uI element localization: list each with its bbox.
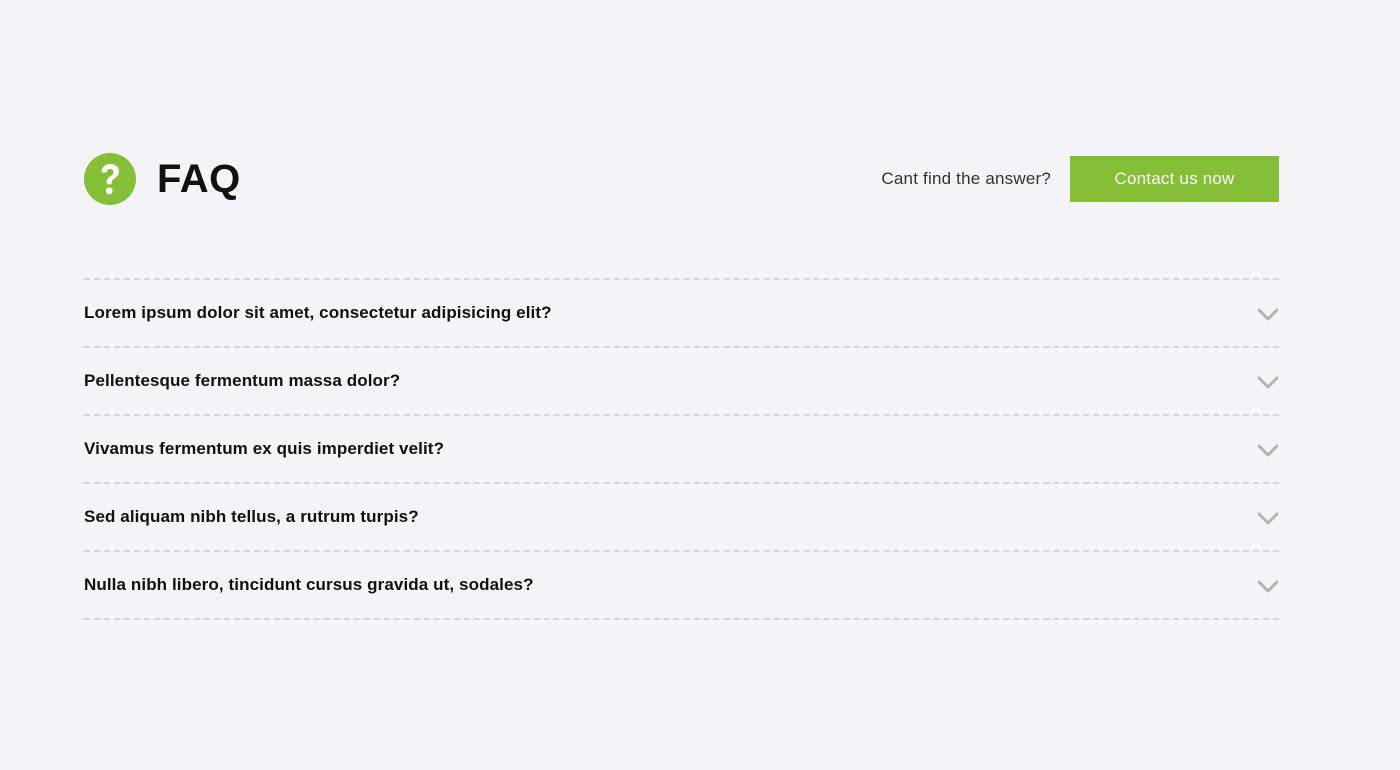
contact-us-button[interactable]: Contact us now (1070, 156, 1279, 202)
chevron-down-icon (1257, 376, 1279, 389)
faq-question: Sed aliquam nibh tellus, a rutrum turpis… (84, 507, 419, 526)
faq-header: FAQ Cant find the answer? Contact us now (84, 152, 1279, 206)
faq-item[interactable]: Lorem ipsum dolor sit amet, consectetur … (84, 280, 1279, 348)
faq-list: Lorem ipsum dolor sit amet, consectetur … (84, 278, 1279, 620)
page-title: FAQ (157, 157, 241, 201)
question-circle-icon (84, 153, 136, 205)
faq-question: Vivamus fermentum ex quis imperdiet veli… (84, 439, 445, 458)
faq-item[interactable]: Vivamus fermentum ex quis imperdiet veli… (84, 416, 1279, 484)
faq-question: Nulla nibh libero, tincidunt cursus grav… (84, 575, 534, 594)
faq-question: Pellentesque fermentum massa dolor? (84, 371, 401, 390)
faq-item[interactable]: Nulla nibh libero, tincidunt cursus grav… (84, 552, 1279, 620)
faq-section: FAQ Cant find the answer? Contact us now… (84, 152, 1279, 620)
chevron-down-icon (1257, 580, 1279, 593)
faq-question: Lorem ipsum dolor sit amet, consectetur … (84, 303, 552, 322)
chevron-down-icon (1257, 308, 1279, 321)
chevron-down-icon (1257, 444, 1279, 457)
faq-title-group: FAQ (84, 153, 241, 205)
cta-text: Cant find the answer? (881, 169, 1051, 188)
faq-item[interactable]: Sed aliquam nibh tellus, a rutrum turpis… (84, 484, 1279, 552)
faq-item[interactable]: Pellentesque fermentum massa dolor? (84, 348, 1279, 416)
chevron-down-icon (1257, 512, 1279, 525)
faq-cta: Cant find the answer? Contact us now (881, 156, 1279, 202)
